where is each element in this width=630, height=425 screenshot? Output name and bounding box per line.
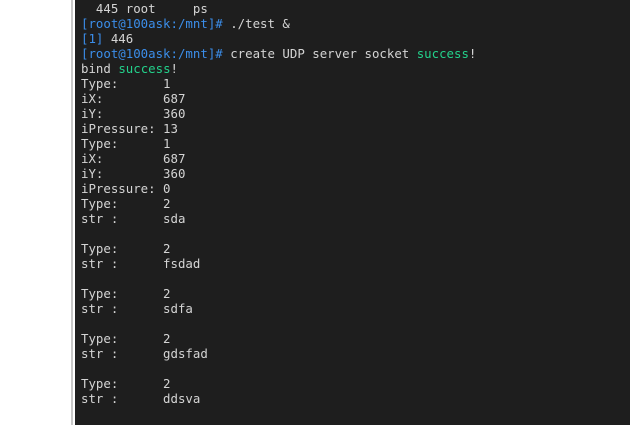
terminal-line: iPressure: 0 — [81, 181, 476, 196]
terminal-line: str : fsdad — [81, 256, 476, 271]
window-border — [71, 0, 73, 425]
terminal-line: 445 root ps — [81, 1, 476, 16]
output-text: Type: 2 — [81, 241, 171, 256]
output-text: Type: 2 — [81, 196, 171, 211]
output-text: Type: 2 — [81, 376, 171, 391]
output-text: ! — [468, 46, 477, 61]
output-text: bind — [81, 61, 119, 76]
output-text: Type: 1 — [81, 76, 171, 91]
output-text: ! — [170, 61, 178, 76]
output-text: iX: 687 — [81, 91, 186, 106]
output-text: create UDP server socket — [230, 46, 417, 61]
shell-prompt: [1] — [81, 31, 111, 46]
terminal-line: str : ddsva — [81, 391, 476, 406]
terminal-line: iX: 687 — [81, 151, 476, 166]
output-text: 446 — [110, 31, 134, 46]
output-text: Type: 2 — [81, 331, 171, 346]
output-text: Type: 2 — [81, 286, 171, 301]
output-text: iY: 360 — [81, 166, 186, 181]
terminal-line: Type: 1 — [81, 76, 476, 91]
output-text: iX: 687 — [81, 151, 186, 166]
output-text: Type: 1 — [81, 136, 171, 151]
output-text: iY: 360 — [81, 106, 186, 121]
terminal-window[interactable]: 1 root [kworker/0:0] 445 root ps[root@10… — [75, 0, 630, 425]
output-text: str : gdsfad — [81, 346, 208, 361]
terminal-line: iY: 360 — [81, 106, 476, 121]
terminal-line: Type: 1 — [81, 136, 476, 151]
shell-prompt: [root@100ask:/mnt]# — [81, 46, 231, 61]
terminal-line: iX: 687 — [81, 91, 476, 106]
terminal-line: Type: 2 — [81, 241, 476, 256]
page: 1 root [kworker/0:0] 445 root ps[root@10… — [0, 0, 630, 425]
output-text: str : sda — [81, 211, 186, 226]
terminal-line: [root@100ask:/mnt]# ./test & — [81, 16, 476, 31]
success-text: success — [118, 61, 171, 76]
terminal-line: Type: 2 — [81, 376, 476, 391]
output-text: str : fsdad — [81, 256, 201, 271]
output-text: str : sdfa — [81, 301, 193, 316]
output-text: iPressure: 13 — [81, 121, 178, 136]
terminal-line: iY: 360 — [81, 166, 476, 181]
success-text: success — [416, 46, 469, 61]
terminal-line: bind success! — [81, 61, 476, 76]
shell-prompt: [root@100ask:/mnt]# — [81, 16, 231, 31]
output-text: str : ddsva — [81, 391, 201, 406]
terminal-output: 1 root [kworker/0:0] 445 root ps[root@10… — [81, 0, 476, 406]
output-text: iPressure: 0 — [81, 181, 171, 196]
terminal-line: str : sdfa — [81, 301, 476, 316]
terminal-line: str : gdsfad — [81, 346, 476, 361]
terminal-line: Type: 2 — [81, 331, 476, 346]
terminal-line: Type: 2 — [81, 196, 476, 211]
terminal-line: iPressure: 13 — [81, 121, 476, 136]
output-text: 445 root ps — [81, 1, 208, 16]
terminal-line: Type: 2 — [81, 286, 476, 301]
terminal-line: [root@100ask:/mnt]# create UDP server so… — [81, 46, 476, 61]
terminal-line: [1] 446 — [81, 31, 476, 46]
terminal-line: str : sda — [81, 211, 476, 226]
output-text: ./test & — [230, 16, 290, 31]
